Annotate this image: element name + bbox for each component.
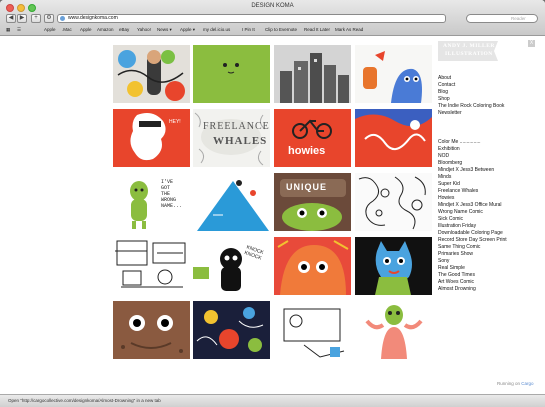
address-bar[interactable]: www.designkoma.com xyxy=(57,14,446,23)
thumbnail-illustration-friday[interactable]: UNIQUE xyxy=(274,173,351,231)
reader-field[interactable]: Reader xyxy=(466,14,538,23)
thumbnail-almost-drowning[interactable] xyxy=(355,301,432,359)
project-link[interactable]: Almost Drowning xyxy=(438,286,507,293)
show-all-bookmarks-icon[interactable]: ☰ xyxy=(17,25,21,35)
bookmark-item[interactable]: Apple xyxy=(44,25,56,35)
project-link[interactable]: Downloadable Coloring Page xyxy=(438,230,507,237)
logo-line-2: ILLUSTRATION xyxy=(445,51,493,57)
bookmark-item[interactable]: eBay xyxy=(119,25,129,35)
howies-text: howies xyxy=(288,145,326,157)
project-link[interactable]: Freelance Whales xyxy=(438,188,507,195)
project-link[interactable]: Art Woes Comic xyxy=(438,279,507,286)
menu-link-newsletter[interactable]: Newsletter xyxy=(438,110,504,117)
comic-text: NAME... xyxy=(161,203,183,209)
menu-link-contact[interactable]: Contact xyxy=(438,82,504,89)
project-link[interactable]: Record Store Day Screen Print xyxy=(438,237,507,244)
thumbnail-primaries-show[interactable] xyxy=(274,237,351,295)
thumbnail-mindjet-office-mural[interactable] xyxy=(355,109,432,167)
project-link[interactable]: Primaries Show xyxy=(438,251,507,258)
whales-text: WHALES xyxy=(213,135,268,147)
thumbnail-art-woes-comic[interactable] xyxy=(274,301,351,359)
bookmark-item[interactable]: .Mac xyxy=(62,25,72,35)
project-link[interactable]: Howies xyxy=(438,195,507,202)
project-link[interactable]: The Good Times xyxy=(438,272,507,279)
bookmark-item[interactable]: my del.icio.us xyxy=(203,25,230,35)
project-link[interactable]: Same Thing Comic xyxy=(438,244,507,251)
thumbnail-freelance-whales[interactable]: FREELANCE WHALES xyxy=(193,109,270,167)
bookmark-item[interactable]: Apple xyxy=(80,25,92,35)
thumbnail-real-simple[interactable] xyxy=(113,301,190,359)
menu-link-shop[interactable]: Shop xyxy=(438,96,504,103)
project-link[interactable]: Sick Comic xyxy=(438,216,507,223)
thumbnail-mindjet-jess3-between[interactable]: HEY! xyxy=(113,109,190,167)
forward-button[interactable]: ▶ xyxy=(17,14,27,23)
project-link[interactable]: Color Me ............... xyxy=(438,139,507,146)
cargo-link[interactable]: Cargo xyxy=(521,381,533,386)
window-title: DESIGN KOMA xyxy=(251,3,294,9)
thumbnail-nod[interactable] xyxy=(274,45,351,103)
project-link[interactable]: Wrong Name Comic xyxy=(438,209,507,216)
site-menu-projects: Color Me ............... Exhibition NOD … xyxy=(438,139,507,293)
back-button[interactable]: ◀ xyxy=(6,14,16,23)
site-menu-top: About Contact Blog Shop The Indie Rock C… xyxy=(438,75,504,117)
title-bar: DESIGN KOMA ◀ ▶ + ⚙ www.designkoma.com R… xyxy=(0,0,545,36)
running-on-prefix: Running on xyxy=(497,381,521,386)
thumbnail-wrong-name-comic[interactable]: I'VE GOT THE WRONG NAME... xyxy=(113,173,190,231)
menu-link-blog[interactable]: Blog xyxy=(438,89,504,96)
page-content: HEY! FREELANCE WHALES howies I'VE GOT TH… xyxy=(0,36,545,394)
status-bar: Open "http://cargocollective.com/designk… xyxy=(0,394,545,407)
thumbnail-exhibition[interactable] xyxy=(193,45,270,103)
gear-icon: ⚙ xyxy=(46,15,52,21)
bookmark-item[interactable]: Mark As Read xyxy=(335,25,363,35)
reader-label: Reader xyxy=(511,16,526,21)
thumbnail-sick-comic[interactable] xyxy=(193,173,270,231)
project-link[interactable]: Bloomberg xyxy=(438,160,507,167)
add-bookmark-button[interactable]: + xyxy=(31,14,41,23)
project-link[interactable]: Illustration Friday xyxy=(438,223,507,230)
project-link[interactable]: Minds xyxy=(438,174,507,181)
thumbnail-coloring-page[interactable] xyxy=(355,173,432,231)
project-link[interactable]: Mindjet X Jess3 Office Mural xyxy=(438,202,507,209)
thumbnail-same-thing-comic[interactable]: KNOCK KNOCK xyxy=(193,237,270,295)
running-on-note: Running on Cargo xyxy=(497,381,534,386)
share-button[interactable]: ⚙ xyxy=(44,14,54,23)
unique-text: UNIQUE xyxy=(286,182,328,192)
grid-icon[interactable]: ▦ xyxy=(6,25,10,35)
freelance-text: FREELANCE xyxy=(203,121,270,132)
thumbnail-bloomberg[interactable] xyxy=(355,45,432,103)
thumbnail-record-store-day[interactable] xyxy=(113,237,190,295)
site-icon xyxy=(60,16,65,21)
bookmark-item[interactable]: Clip to Evernote xyxy=(265,25,297,35)
project-link[interactable]: Super Kid xyxy=(438,181,507,188)
thumbnail-howies[interactable]: howies xyxy=(274,109,351,167)
project-link[interactable]: NOD xyxy=(438,153,507,160)
project-link[interactable]: Sony xyxy=(438,258,507,265)
logo-line-1: ANDY J. MILLER xyxy=(443,43,495,49)
thumbnail-color-me[interactable] xyxy=(113,45,190,103)
site-logo[interactable]: ANDY J. MILLER ILLUSTRATION xyxy=(437,39,499,63)
bookmark-item[interactable]: Amazon xyxy=(97,25,114,35)
thumbnail-the-good-times[interactable] xyxy=(193,301,270,359)
bookmark-item[interactable]: I Pin It xyxy=(242,25,255,35)
menu-link-coloring-book[interactable]: The Indie Rock Coloring Book xyxy=(438,103,504,110)
bookmark-item[interactable]: Apple ▾ xyxy=(180,25,195,35)
svg-text:HEY!: HEY! xyxy=(169,119,181,125)
bookmark-item[interactable]: News ▾ xyxy=(157,25,172,35)
browser-window: DESIGN KOMA ◀ ▶ + ⚙ www.designkoma.com R… xyxy=(0,0,545,407)
bookmark-item[interactable]: Read It Later xyxy=(304,25,330,35)
project-link[interactable]: Exhibition xyxy=(438,146,507,153)
url-text: www.designkoma.com xyxy=(68,15,118,21)
status-text: Open "http://cargocollective.com/designk… xyxy=(8,398,161,403)
thumbnail-sony[interactable] xyxy=(355,237,432,295)
close-overlay-button[interactable]: X xyxy=(528,40,535,47)
bookmarks-bar: ▦ ☰ Apple .Mac Apple Amazon eBay Yahoo! … xyxy=(0,25,545,35)
project-link[interactable]: Real Simple xyxy=(438,265,507,272)
project-link[interactable]: Mindjet X Jess3 Between xyxy=(438,167,507,174)
bookmark-item[interactable]: Yahoo! xyxy=(137,25,151,35)
menu-link-about[interactable]: About xyxy=(438,75,504,82)
